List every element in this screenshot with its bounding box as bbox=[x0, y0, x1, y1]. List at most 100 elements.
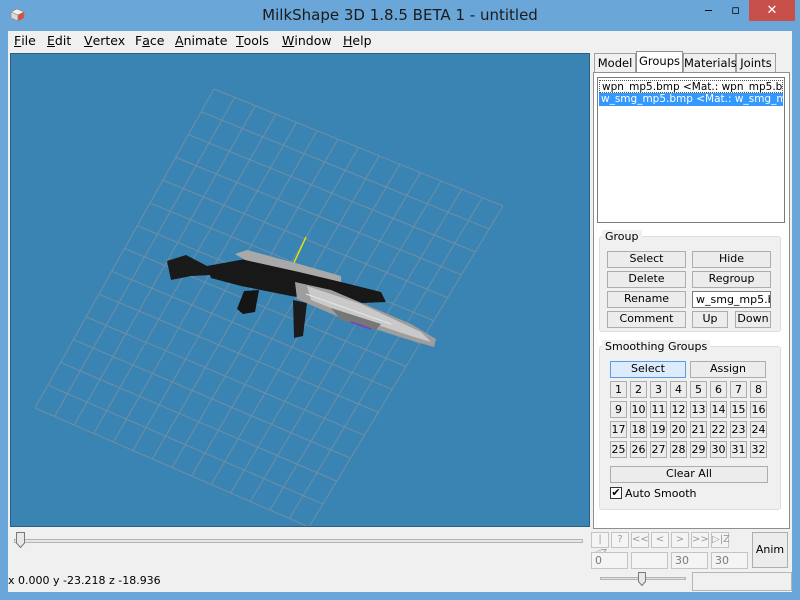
menu-window[interactable]: Window bbox=[282, 33, 332, 48]
menu-edit[interactable]: Edit bbox=[47, 33, 71, 48]
smoothing-group-8-button[interactable]: 8 bbox=[750, 381, 767, 398]
auto-smooth-checkbox[interactable]: ✔ bbox=[610, 487, 622, 499]
smoothing-group-10-button[interactable]: 10 bbox=[630, 401, 647, 418]
current-frame-field[interactable]: 0 bbox=[591, 552, 628, 569]
list-item[interactable]: wpn_mp5.bmp <Mat.: wpn_mp5.bmp> bbox=[599, 80, 783, 93]
tab-groups[interactable]: Groups bbox=[636, 51, 683, 73]
ground-grid bbox=[34, 88, 504, 526]
smoothing-group-21-button[interactable]: 21 bbox=[690, 421, 707, 438]
menu-file[interactable]: File bbox=[14, 33, 36, 48]
first-frame-button[interactable]: |◁Z bbox=[591, 532, 609, 559]
smoothing-group-23-button[interactable]: 23 bbox=[730, 421, 747, 438]
menu-face[interactable]: Face bbox=[135, 33, 164, 48]
smoothing-group-16-button[interactable]: 16 bbox=[750, 401, 767, 418]
minimize-button[interactable]: ‒ bbox=[695, 0, 722, 21]
grid-line bbox=[201, 111, 490, 230]
menu-file-mnemonic: F bbox=[14, 33, 22, 48]
smoothing-assign-button[interactable]: Assign bbox=[690, 361, 766, 378]
menu-tools[interactable]: Tools bbox=[236, 33, 269, 48]
list-item-selected[interactable]: w_smg_mp5.bmp <Mat.: w_smg_mp5.bmp> bbox=[599, 93, 783, 106]
smoothing-group-13-button[interactable]: 13 bbox=[690, 401, 707, 418]
menu-tools-rest: ools bbox=[243, 33, 269, 48]
group-regroup-button[interactable]: Regroup bbox=[692, 271, 771, 288]
viewport-scene bbox=[34, 88, 504, 526]
menu-vertex-mnemonic: V bbox=[84, 33, 93, 48]
status-cell bbox=[692, 572, 792, 591]
group-hide-button[interactable]: Hide bbox=[692, 251, 771, 268]
maximize-button[interactable]: ▫ bbox=[722, 0, 749, 21]
menu-help-rest: elp bbox=[352, 33, 372, 48]
smoothing-group-9-button[interactable]: 9 bbox=[610, 401, 627, 418]
menu-tools-mnemonic: T bbox=[236, 33, 244, 48]
smoothing-group-3-button[interactable]: 3 bbox=[650, 381, 667, 398]
prev-frame-button[interactable]: < bbox=[651, 532, 669, 548]
smoothing-group-28-button[interactable]: 28 bbox=[670, 441, 687, 458]
total-frames-field[interactable]: 30 bbox=[671, 552, 708, 569]
menu-animate[interactable]: Animate bbox=[175, 33, 227, 48]
smoothing-group-20-button[interactable]: 20 bbox=[670, 421, 687, 438]
smoothing-group-12-button[interactable]: 12 bbox=[670, 401, 687, 418]
smoothing-group-22-button[interactable]: 22 bbox=[710, 421, 727, 438]
next-frame-button[interactable]: > bbox=[671, 532, 689, 548]
menu-vertex[interactable]: Vertex bbox=[84, 33, 125, 48]
anim-button[interactable]: Anim bbox=[752, 532, 788, 568]
menu-help[interactable]: Help bbox=[343, 33, 372, 48]
tab-materials[interactable]: Materials bbox=[683, 53, 737, 72]
smoothing-select-button[interactable]: Select bbox=[610, 361, 686, 378]
menu-window-rest: indow bbox=[294, 33, 332, 48]
tab-model[interactable]: Model bbox=[594, 53, 636, 72]
smoothing-group-7-button[interactable]: 7 bbox=[730, 381, 747, 398]
close-button[interactable]: ✕ bbox=[749, 0, 795, 21]
menu-window-mnemonic: W bbox=[282, 33, 295, 48]
group-up-button[interactable]: Up bbox=[692, 311, 728, 328]
smoothing-group-15-button[interactable]: 15 bbox=[730, 401, 747, 418]
smoothing-group-2-button[interactable]: 2 bbox=[630, 381, 647, 398]
3d-viewport[interactable] bbox=[10, 53, 590, 527]
smoothing-group-5-button[interactable]: 5 bbox=[690, 381, 707, 398]
end-frame-field[interactable]: 30 bbox=[711, 552, 748, 569]
group-select-button[interactable]: Select bbox=[607, 251, 686, 268]
group-delete-button[interactable]: Delete bbox=[607, 271, 686, 288]
smoothing-group-6-button[interactable]: 6 bbox=[710, 381, 727, 398]
smoothing-group-24-button[interactable]: 24 bbox=[750, 421, 767, 438]
menu-edit-mnemonic: E bbox=[47, 33, 55, 48]
group-down-button[interactable]: Down bbox=[735, 311, 771, 328]
smoothing-group-32-button[interactable]: 32 bbox=[750, 441, 767, 458]
menu-edit-rest: dit bbox=[54, 33, 72, 48]
timeline-slider[interactable] bbox=[14, 539, 583, 543]
timeline-slider-thumb[interactable] bbox=[16, 532, 25, 548]
smoothing-group-19-button[interactable]: 19 bbox=[650, 421, 667, 438]
weapon-model[interactable] bbox=[167, 250, 436, 347]
smoothing-group-26-button[interactable]: 26 bbox=[630, 441, 647, 458]
last-frame-button[interactable]: ▷|Z bbox=[711, 532, 730, 548]
menu-help-mnemonic: H bbox=[343, 33, 353, 48]
smoothing-group-11-button[interactable]: 11 bbox=[650, 401, 667, 418]
clear-all-button[interactable]: Clear All bbox=[610, 466, 768, 483]
smoothing-group-25-button[interactable]: 25 bbox=[610, 441, 627, 458]
tab-joints[interactable]: Joints bbox=[736, 53, 776, 72]
menu-vertex-rest: ertex bbox=[92, 33, 126, 48]
smoothing-group-4-button[interactable]: 4 bbox=[670, 381, 687, 398]
smoothing-group-14-button[interactable]: 14 bbox=[710, 401, 727, 418]
smoothing-group-17-button[interactable]: 17 bbox=[610, 421, 627, 438]
group-comment-button[interactable]: Comment bbox=[607, 311, 686, 328]
menu-file-rest: ile bbox=[21, 33, 36, 48]
help-button[interactable]: ? bbox=[611, 532, 629, 548]
fast-forward-button[interactable]: >> bbox=[691, 532, 709, 548]
menu-face-mnemonic: a bbox=[142, 33, 150, 48]
menu-animate-mnemonic: A bbox=[175, 33, 184, 48]
group-rename-button[interactable]: Rename bbox=[607, 291, 686, 308]
group-name-field[interactable]: w_smg_mp5.bmp bbox=[692, 291, 771, 308]
menu-animate-rest: nimate bbox=[183, 33, 228, 48]
smoothing-group-29-button[interactable]: 29 bbox=[690, 441, 707, 458]
smoothing-group-27-button[interactable]: 27 bbox=[650, 441, 667, 458]
smoothing-group-18-button[interactable]: 18 bbox=[630, 421, 647, 438]
smoothing-group-1-button[interactable]: 1 bbox=[610, 381, 627, 398]
smoothing-group-30-button[interactable]: 30 bbox=[710, 441, 727, 458]
frame-blank-field[interactable] bbox=[631, 552, 668, 569]
rewind-button[interactable]: << bbox=[631, 532, 649, 548]
menu-face-rest: ce bbox=[149, 33, 165, 48]
smoothing-group-31-button[interactable]: 31 bbox=[730, 441, 747, 458]
group-list[interactable]: wpn_mp5.bmp <Mat.: wpn_mp5.bmp> w_smg_mp… bbox=[597, 77, 785, 223]
zoom-slider-thumb[interactable] bbox=[638, 572, 646, 586]
